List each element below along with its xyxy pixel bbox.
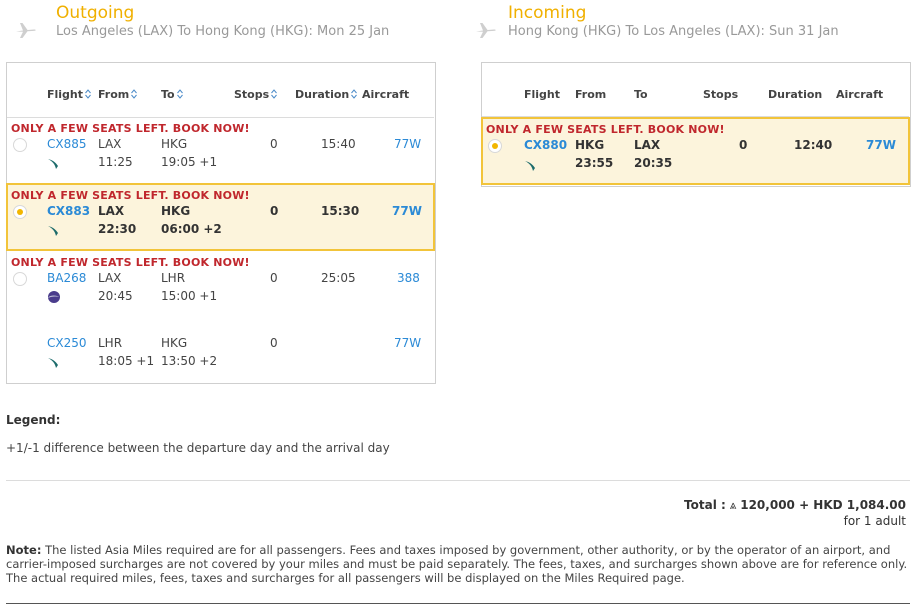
col-aircraft-header: Aircraft <box>362 88 410 101</box>
to-airport: LAX <box>634 138 661 152</box>
col-from-header[interactable]: From <box>98 88 138 102</box>
col-aircraft-header: Aircraft <box>836 88 884 101</box>
passenger-count: for 1 adult <box>843 514 906 528</box>
note-text: The listed Asia Miles required are for a… <box>6 543 908 585</box>
divider <box>6 603 910 604</box>
arrival-time: 20:35 <box>634 156 673 170</box>
legend-title: Legend: <box>6 413 61 427</box>
departure-time: 20:45 <box>98 289 133 303</box>
sort-icon <box>85 89 91 99</box>
cathay-pacific-logo-icon <box>48 159 58 169</box>
incoming-route: Hong Kong (HKG) To Los Angeles (LAX): Su… <box>508 24 839 39</box>
airplane-icon <box>476 23 496 38</box>
col-stops-header: Stops <box>703 88 739 101</box>
cathay-pacific-logo-icon <box>525 161 535 171</box>
outgoing-route: Los Angeles (LAX) To Hong Kong (HKG): Mo… <box>56 24 390 39</box>
select-radio[interactable] <box>13 138 27 152</box>
aircraft-link[interactable]: 77W <box>394 336 421 351</box>
arrival-time: 15:00 +1 <box>161 289 218 303</box>
to-airport: HKG <box>161 204 191 218</box>
stops-count: 0 <box>739 138 748 152</box>
flight-number-link[interactable]: CX883 <box>47 204 90 219</box>
col-duration-header: Duration <box>768 88 823 101</box>
duration: 15:30 <box>321 204 360 218</box>
sort-icon <box>176 89 183 99</box>
departure-time: 11:25 <box>98 155 133 169</box>
col-flight-header[interactable]: Flight <box>47 88 91 102</box>
asia-miles-icon: ⩓ <box>729 498 737 512</box>
from-airport: LAX <box>98 204 125 218</box>
stops-count: 0 <box>270 336 278 350</box>
flight-number-link[interactable]: BA268 <box>47 271 86 286</box>
col-flight-header: Flight <box>524 88 561 101</box>
note-label: Note: <box>6 543 42 557</box>
sort-icon <box>131 89 138 99</box>
note: Note: The listed Asia Miles required are… <box>6 543 910 585</box>
col-to-header[interactable]: To <box>161 88 183 102</box>
duration: 25:05 <box>321 271 356 285</box>
arrival-time: 19:05 +1 <box>161 155 218 169</box>
col-to-header: To <box>634 88 648 101</box>
seat-warning: ONLY A FEW SEATS LEFT. BOOK NOW! <box>11 256 250 269</box>
select-radio[interactable] <box>13 205 27 219</box>
arrival-time: 06:00 +2 <box>161 222 222 236</box>
departure-time: 22:30 <box>98 222 137 236</box>
col-from-header: From <box>575 88 607 101</box>
aircraft-link[interactable]: 77W <box>392 204 422 219</box>
legend-text: +1/-1 difference between the departure d… <box>6 441 390 455</box>
seat-warning: ONLY A FEW SEATS LEFT. BOOK NOW! <box>11 122 250 135</box>
to-airport: HKG <box>161 336 188 350</box>
flight-number-link[interactable]: CX885 <box>47 137 87 152</box>
outgoing-title: Outgoing <box>56 3 135 23</box>
select-radio[interactable] <box>13 272 27 286</box>
col-stops-header[interactable]: Stops <box>234 88 278 102</box>
cathay-pacific-logo-icon <box>48 226 58 236</box>
departure-time: 18:05 +1 <box>98 354 155 368</box>
duration: 12:40 <box>794 138 833 152</box>
flight-number-link[interactable]: CX250 <box>47 336 87 351</box>
stops-count: 0 <box>270 271 278 285</box>
seat-warning: ONLY A FEW SEATS LEFT. BOOK NOW! <box>486 123 725 136</box>
from-airport: LHR <box>98 336 123 350</box>
arrival-time: 13:50 +2 <box>161 354 218 368</box>
col-duration-header[interactable]: Duration <box>295 88 358 102</box>
stops-count: 0 <box>270 137 278 151</box>
from-airport: LAX <box>98 271 122 285</box>
duration: 15:40 <box>321 137 356 151</box>
sort-icon <box>271 89 278 99</box>
to-airport: LHR <box>161 271 186 285</box>
aircraft-link[interactable]: 388 <box>397 271 420 286</box>
from-airport: LAX <box>98 137 122 151</box>
seat-warning: ONLY A FEW SEATS LEFT. BOOK NOW! <box>11 189 250 202</box>
total-amount: 120,000 + HKD 1,084.00 <box>740 498 906 512</box>
stops-count: 0 <box>270 204 279 218</box>
aircraft-link[interactable]: 77W <box>394 137 421 152</box>
british-airways-logo-icon <box>48 291 60 303</box>
flight-number-link[interactable]: CX880 <box>524 138 567 153</box>
select-radio[interactable] <box>488 139 502 153</box>
cathay-pacific-logo-icon <box>48 358 58 368</box>
incoming-title: Incoming <box>508 3 587 23</box>
total-label: Total : <box>684 498 726 512</box>
sort-icon <box>351 89 358 99</box>
departure-time: 23:55 <box>575 156 614 170</box>
aircraft-link[interactable]: 77W <box>866 138 896 153</box>
to-airport: HKG <box>161 137 188 151</box>
from-airport: HKG <box>575 138 605 152</box>
total-price: Total : ⩓ 120,000 + HKD 1,084.00 <box>560 498 906 513</box>
divider <box>6 480 910 481</box>
airplane-icon <box>16 23 36 38</box>
